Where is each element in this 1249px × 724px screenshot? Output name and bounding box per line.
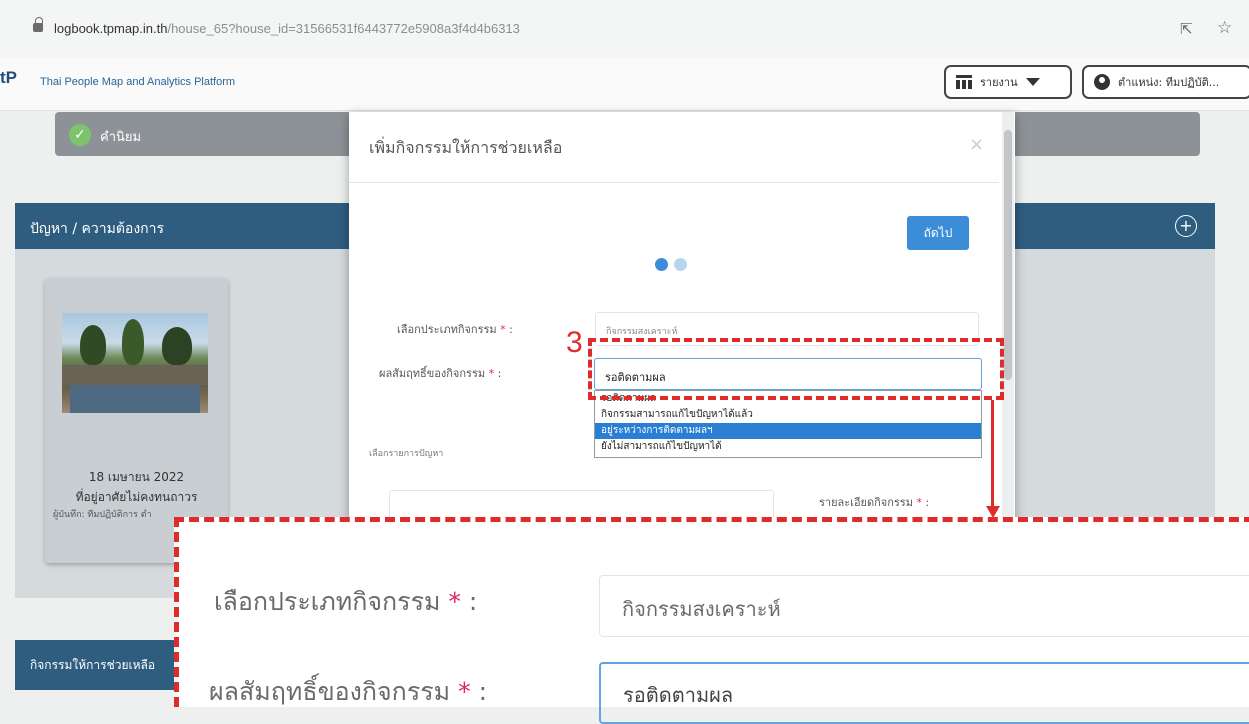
activity-result-label: ผลสัมฤทธิ์ของกิจกรรม * : <box>379 367 502 380</box>
card-title: ที่อยู่อาศัยไม่คงทนถาวร <box>75 490 198 504</box>
modal-divider <box>349 182 999 183</box>
user-icon <box>1094 74 1110 90</box>
annotation-highlight-box <box>588 338 1004 400</box>
lock-icon <box>33 17 43 32</box>
result-option[interactable]: ยังไม่สามารถแก้ไขปัญหาได้ <box>595 439 981 455</box>
problem-select-label: เลือกรายการปัญหา <box>369 449 444 459</box>
activity-detail-label: รายละเอียดกิจกรรม * : <box>819 496 930 509</box>
report-menu-button[interactable]: รายงาน <box>944 65 1072 99</box>
zoom-inset: เลือกประเภทกิจกรรม * : กิจกรรมสงเคราะห์ … <box>174 517 1249 724</box>
next-button[interactable]: ถัดไป <box>907 216 969 250</box>
problem-panel-title: ปัญหา / ความต้องการ <box>30 221 165 237</box>
add-activity-modal: เพิ่มกิจกรรมให้การช่วยเหลือ × ถัดไป เลือ… <box>349 112 1015 542</box>
annotation-step-number: 3 <box>566 326 583 359</box>
zoom-activity-type-field: กิจกรรมสงเคราะห์ <box>599 575 1249 637</box>
step-indicator-active <box>655 258 668 271</box>
card-date: 18 เมษายน 2022 <box>88 470 185 484</box>
result-dropdown-list: รอติดตามผล กิจกรรมสามารถแก้ไขปัญหาได้แล้… <box>594 390 982 458</box>
browser-address-bar: logbook.tpmap.in.th/house_65?house_id=31… <box>0 0 1249 59</box>
activity-type-label: เลือกประเภทกิจกรรม * : <box>397 323 513 336</box>
modal-title: เพิ่มกิจกรรมให้การช่วยเหลือ <box>369 138 563 157</box>
activity-panel-title: กิจกรรมให้การช่วยเหลือ <box>30 658 156 672</box>
app-navbar: tP Thai People Map and Analytics Platfor… <box>0 58 1249 111</box>
result-option-highlighted[interactable]: อยู่ระหว่างการติดตามผลฯ <box>595 423 981 439</box>
table-icon <box>956 75 972 89</box>
result-option[interactable]: กิจกรรมสามารถแก้ไขปัญหาได้แล้ว <box>595 407 981 423</box>
report-label: รายงาน <box>980 76 1018 89</box>
add-problem-icon[interactable]: + <box>1175 215 1197 237</box>
role-label: ตำแหน่ง: ทีมปฏิบัติ... <box>1118 76 1220 89</box>
caret-down-icon <box>1025 78 1040 86</box>
annotation-arrow <box>991 400 994 508</box>
check-icon: ✓ <box>69 124 91 146</box>
house-photo <box>62 313 208 413</box>
zoom-activity-result-select: รอติดตามผล <box>599 662 1249 724</box>
step-indicator <box>674 258 687 271</box>
status-label: คำนิยม <box>100 130 142 145</box>
brand-name[interactable]: Thai People Map and Analytics Platform <box>40 76 235 88</box>
user-role-button[interactable]: ตำแหน่ง: ทีมปฏิบัติ... <box>1082 65 1249 99</box>
modal-scrollbar-thumb[interactable] <box>1004 130 1012 380</box>
bookmark-star-icon[interactable]: ☆ <box>1217 18 1232 38</box>
zoom-activity-result-label: ผลสัมฤทธิ์ของกิจกรรม * : <box>209 677 487 706</box>
card-recorder: ผู้บันทึก: ทีมปฏิบัติการ ตำ <box>53 510 152 520</box>
share-icon[interactable]: ⇱ <box>1180 20 1193 38</box>
zoom-activity-type-label: เลือกประเภทกิจกรรม * : <box>214 587 478 616</box>
url-text[interactable]: logbook.tpmap.in.th/house_65?house_id=31… <box>54 21 520 36</box>
close-icon[interactable]: × <box>969 134 984 155</box>
brand-logo[interactable]: tP <box>0 68 17 88</box>
